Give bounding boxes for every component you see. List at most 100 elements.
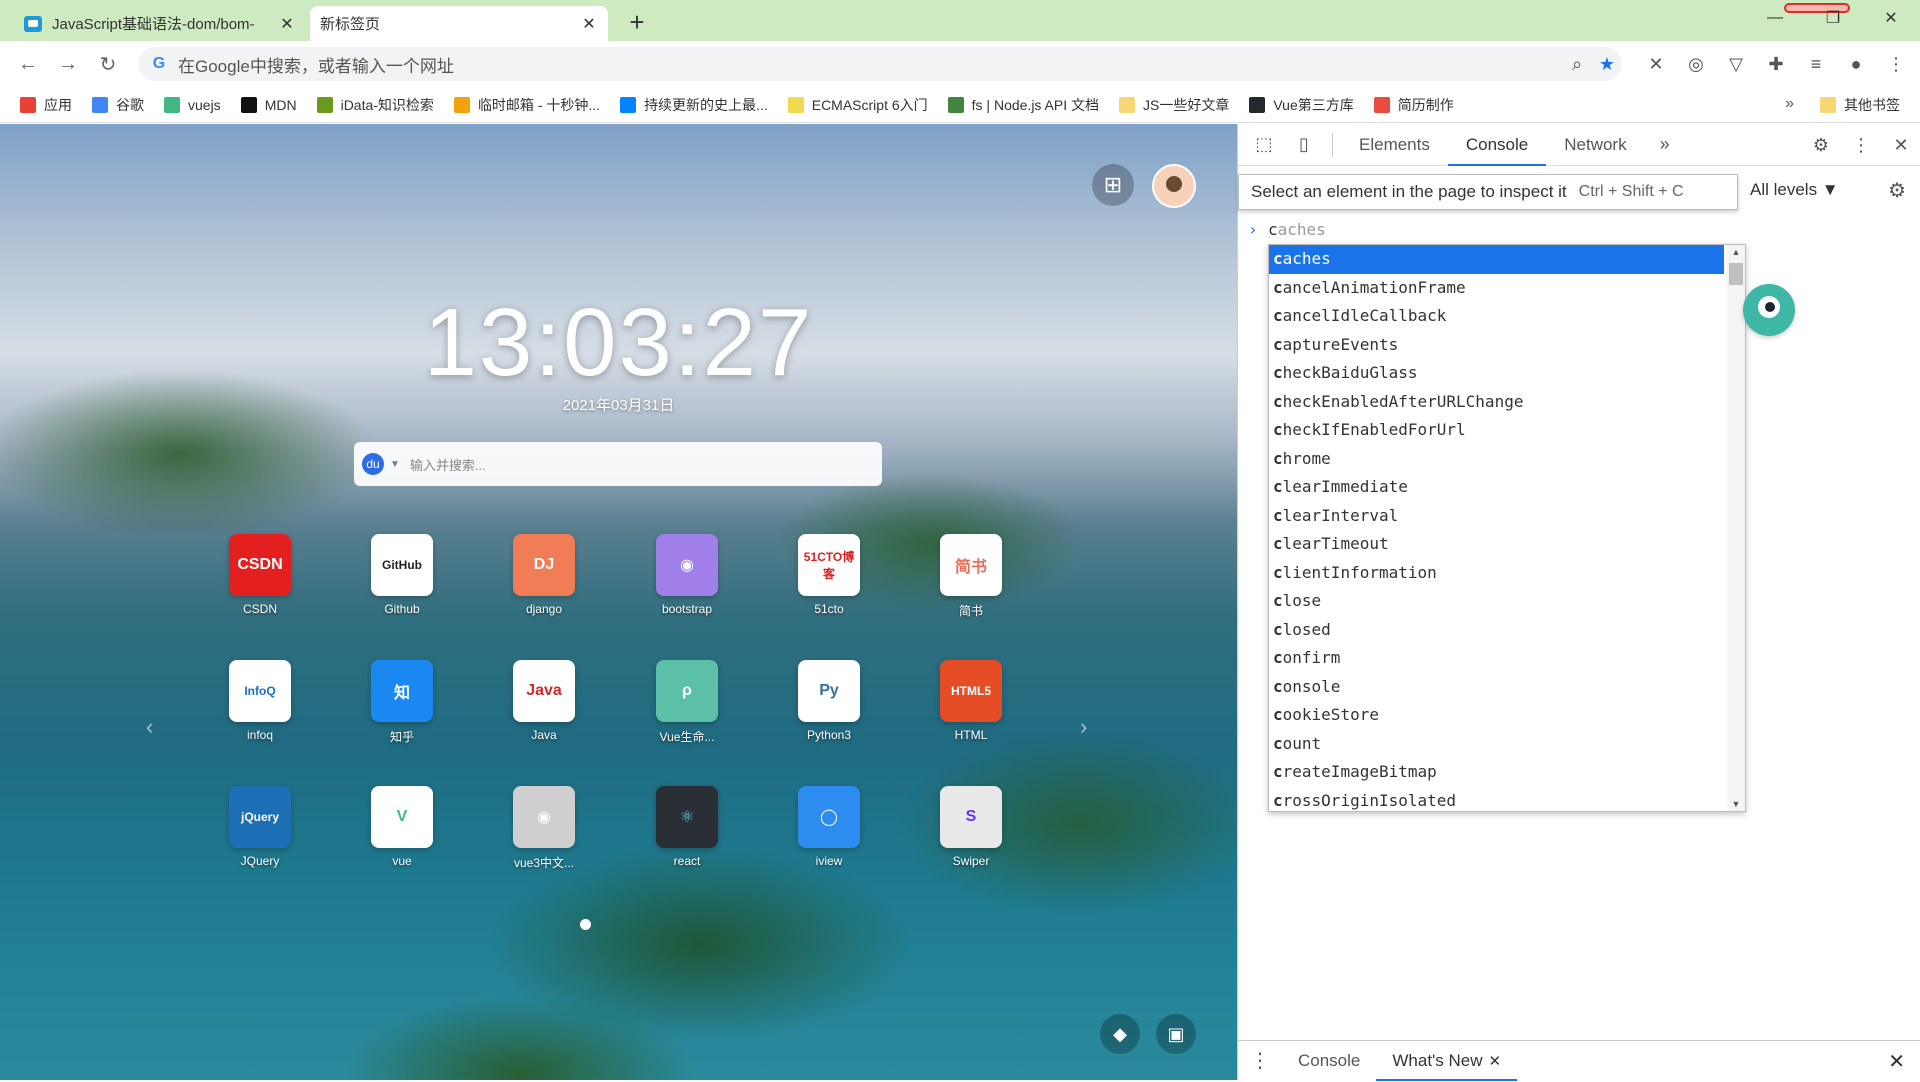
tab-close-icon[interactable]: ✕ [580,14,598,34]
autocomplete-scrollbar[interactable]: ▲ ▼ [1727,245,1745,811]
bookmark-folder-js[interactable]: JS一些好文章 [1119,95,1229,115]
app-shortcut[interactable]: ◯ iview [774,786,884,868]
app-shortcut[interactable]: ◉ bootstrap [632,534,742,616]
close-icon[interactable]: ✕ [1489,1053,1502,1070]
devtools-close-icon[interactable]: ✕ [1881,135,1920,156]
more-tabs-icon[interactable]: » [1645,134,1685,155]
autocomplete-item[interactable]: checkIfEnabledForUrl [1269,416,1724,445]
wallpaper-icon[interactable]: ▣ [1156,1014,1196,1054]
app-shortcut[interactable]: GitHub Github [347,534,457,616]
devtools-menu-icon[interactable]: ⋮ [1841,135,1881,156]
app-shortcut[interactable]: DJ django [489,534,599,616]
scroll-down-icon[interactable]: ▼ [1727,799,1745,809]
zoom-icon[interactable]: ⌕ [1562,54,1592,75]
bookmark-vuejs[interactable]: vuejs [164,96,221,113]
theme-icon[interactable]: ◆ [1100,1014,1140,1054]
autocomplete-item[interactable]: clientInformation [1269,559,1724,588]
app-shortcut[interactable]: ρ Vue生命... [632,660,742,745]
extension-vue-devtools-icon[interactable]: ▽ [1716,54,1756,75]
tab-new-tab[interactable]: 新标签页 ✕ [310,6,608,41]
autocomplete-item[interactable]: console [1269,673,1724,702]
next-page-icon[interactable]: › [1080,714,1087,740]
bookmark-google[interactable]: 谷歌 [92,95,144,115]
log-levels-dropdown[interactable]: All levels ▼ [1750,180,1839,200]
app-shortcut[interactable]: CSDN CSDN [205,534,315,616]
minimize-button[interactable]: — [1746,0,1804,36]
inspect-element-icon[interactable]: ⬚ [1244,134,1284,155]
autocomplete-item[interactable]: closed [1269,616,1724,645]
app-shortcut[interactable]: HTML5 HTML [916,660,1026,742]
autocomplete-item[interactable]: clearInterval [1269,502,1724,531]
tab-network[interactable]: Network [1546,124,1644,166]
address-bar[interactable]: G 在Google中搜索，或者输入一个网址 ⌕ ★ [138,47,1622,81]
app-shortcut[interactable]: S Swiper [916,786,1026,868]
console-input[interactable]: › c aches [1248,220,1326,239]
reading-list-icon[interactable]: ≡ [1796,54,1836,75]
tab-close-icon[interactable]: ✕ [278,14,296,34]
tab-console[interactable]: Console [1447,124,1547,166]
autocomplete-item[interactable]: clearTimeout [1269,530,1724,559]
close-window-button[interactable]: ✕ [1862,0,1920,36]
autocomplete-item[interactable]: chrome [1269,445,1724,474]
autocomplete-item[interactable]: createImageBitmap [1269,758,1724,787]
app-shortcut[interactable]: ⚛ react [632,786,742,868]
bookmark-star-icon[interactable]: ★ [1592,54,1622,75]
bookmark-nodejs[interactable]: fs | Node.js API 文档 [947,95,1099,115]
scroll-up-icon[interactable]: ▲ [1727,247,1745,257]
extension-chrome-icon[interactable]: ◎ [1676,54,1716,75]
app-shortcut[interactable]: jQuery JQuery [205,786,315,868]
pager-dot[interactable] [580,919,591,930]
extension-x-icon[interactable]: ✕ [1636,54,1676,75]
autocomplete-item[interactable]: checkEnabledAfterURLChange [1269,388,1724,417]
profile-icon[interactable]: ● [1836,54,1876,75]
app-shortcut[interactable]: Vvue [347,786,457,868]
drawer-tab-whats-new[interactable]: What's New ✕ [1376,1041,1518,1081]
tab-elements[interactable]: Elements [1341,124,1448,166]
autocomplete-item[interactable]: caches [1269,245,1724,274]
bookmark-es6[interactable]: ECMAScript 6入门 [787,95,928,115]
scroll-thumb[interactable] [1729,263,1743,285]
bookmark-mdn[interactable]: MDN [240,96,297,113]
autocomplete-item[interactable]: cookieStore [1269,701,1724,730]
drawer-tab-console[interactable]: Console [1282,1041,1376,1081]
bookmarks-overflow-button[interactable]: » [1785,95,1794,113]
app-shortcut[interactable]: 知知乎 [347,660,457,745]
mascot-icon[interactable] [1743,284,1795,336]
app-shortcut[interactable]: InfoQ infoq [205,660,315,742]
bookmark-idata[interactable]: iData-知识检索 [316,95,434,115]
reload-button[interactable]: ↻ [88,44,128,84]
extensions-puzzle-icon[interactable]: ✚ [1756,54,1796,75]
other-bookmarks[interactable]: 其他书签 [1820,95,1900,115]
app-shortcut[interactable]: Py Python3 [774,660,884,742]
autocomplete-item[interactable]: confirm [1269,644,1724,673]
autocomplete-item[interactable]: checkBaiduGlass [1269,359,1724,388]
autocomplete-item[interactable]: close [1269,587,1724,616]
forward-button[interactable]: → [48,44,88,84]
autocomplete-item[interactable]: captureEvents [1269,331,1724,360]
console-settings-icon[interactable]: ⚙ [1888,178,1906,203]
bookmark-vue-libs[interactable]: Vue第三方库 [1249,95,1354,115]
autocomplete-item[interactable]: crossOriginIsolated [1269,787,1724,812]
app-shortcut[interactable]: Java Java [489,660,599,742]
autocomplete-item[interactable]: count [1269,730,1724,759]
bookmark-zhihu[interactable]: 持续更新的史上最... [620,95,768,115]
app-shortcut[interactable]: 简书 简书 [916,534,1026,619]
restore-button[interactable]: ❐ [1804,0,1862,36]
drawer-menu-icon[interactable]: ⋮ [1238,1048,1282,1073]
settings-icon[interactable]: ⚙ [1801,135,1841,156]
autocomplete-item[interactable]: cancelAnimationFrame [1269,274,1724,303]
bookmark-resume[interactable]: 简历制作 [1373,95,1454,115]
autocomplete-item[interactable]: cancelIdleCallback [1269,302,1724,331]
new-tab-button[interactable]: + [620,6,654,40]
drawer-close-icon[interactable]: ✕ [1888,1049,1905,1074]
prev-page-icon[interactable]: ‹ [146,714,153,740]
app-shortcut[interactable]: ◉ vue3中文... [489,786,599,871]
app-shortcut[interactable]: 51CTO博客 51cto [774,534,884,616]
browser-menu-icon[interactable]: ⋮ [1876,54,1916,75]
back-button[interactable]: ← [8,44,48,84]
tab-javascript[interactable]: JavaScript基础语法-dom/bom- ✕ [14,6,306,41]
device-toolbar-icon[interactable]: ▯ [1284,134,1324,155]
bookmark-temp-mail[interactable]: 临时邮箱 - 十秒钟... [453,95,600,115]
bookmark-apps[interactable]: 应用 [20,95,72,115]
autocomplete-item[interactable]: clearImmediate [1269,473,1724,502]
